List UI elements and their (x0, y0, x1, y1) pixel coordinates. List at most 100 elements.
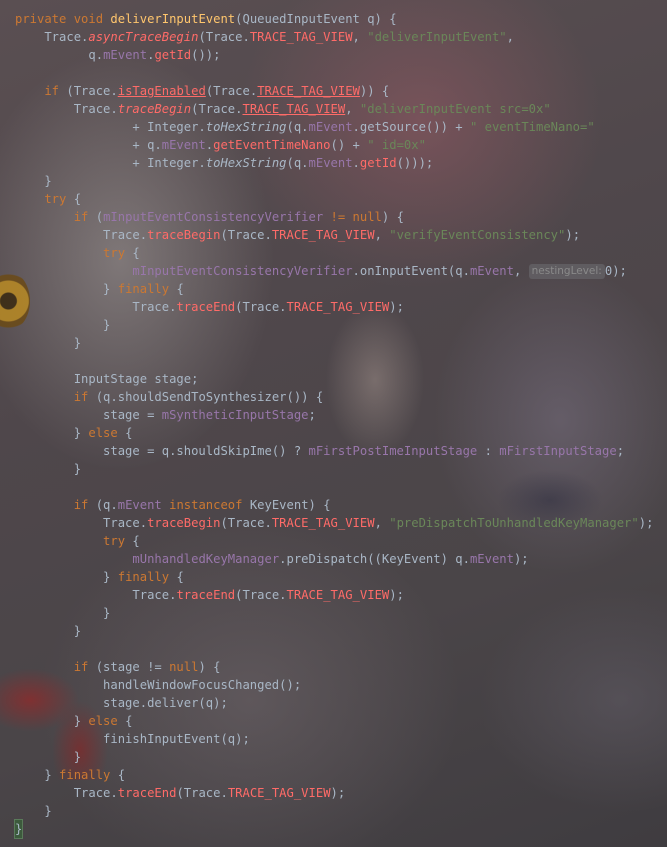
code-token: ) { (381, 210, 404, 224)
code-token: stage = (15, 408, 162, 422)
code-token: { (176, 570, 184, 584)
code-token: else (88, 426, 126, 440)
code-line[interactable]: } (15, 316, 653, 334)
code-token: : (477, 444, 500, 458)
code-line[interactable]: private void deliverInputEvent(QueuedInp… (15, 10, 653, 28)
code-token: (Trace. (220, 516, 272, 530)
code-token: finally (59, 768, 118, 782)
code-line[interactable]: finishInputEvent(q); (15, 730, 653, 748)
code-token: mUnhandledKeyManager (132, 552, 280, 566)
code-token: if (15, 390, 96, 404)
code-line[interactable]: } (15, 334, 653, 352)
code-line[interactable]: } (15, 460, 653, 478)
code-token: .onInputEvent(q. (352, 264, 470, 278)
code-token: ); (389, 300, 404, 314)
code-token: } (15, 318, 111, 332)
code-token: mEvent (103, 48, 148, 62)
code-token: toHexString (205, 120, 287, 134)
code-line[interactable]: + q.mEvent.getEventTimeNano() + " id=0x" (15, 136, 653, 154)
code-token: mEvent (308, 120, 353, 134)
code-line[interactable]: + Integer.toHexString(q.mEvent.getId()))… (15, 154, 653, 172)
code-line[interactable]: } finally { (15, 280, 653, 298)
code-token: if (15, 660, 96, 674)
code-token: + Integer. (15, 156, 206, 170)
code-token: (Trace. (66, 84, 118, 98)
code-line[interactable]: + Integer.toHexString(q.mEvent.getSource… (15, 118, 653, 136)
code-text-area[interactable]: private void deliverInputEvent(QueuedInp… (13, 10, 653, 839)
code-token: if (15, 498, 96, 512)
code-token: stage.deliver(q); (15, 696, 228, 710)
code-line[interactable]: } (15, 622, 653, 640)
code-token: getEventTimeNano (213, 138, 331, 152)
code-line[interactable]: try { (15, 244, 653, 262)
code-line[interactable]: Trace.traceEnd(Trace.TRACE_TAG_VIEW); (15, 586, 653, 604)
code-line[interactable]: } else { (15, 424, 653, 442)
code-token: ) { (198, 660, 221, 674)
code-line[interactable]: } (15, 172, 653, 190)
code-token: } (15, 570, 118, 584)
code-line[interactable]: } (15, 604, 653, 622)
code-token: else (88, 714, 126, 728)
code-token: { (73, 192, 82, 206)
code-line[interactable] (15, 352, 653, 370)
code-token: { (132, 246, 140, 260)
code-token: } (15, 768, 60, 782)
code-token: mInputEventConsistencyVerifier (103, 210, 324, 224)
code-line[interactable]: } (15, 802, 653, 820)
code-token: { (132, 534, 140, 548)
code-token: mEvent (117, 498, 162, 512)
code-token: { (125, 714, 133, 728)
code-line[interactable]: if (stage != null) { (15, 658, 653, 676)
code-token: (Trace. (176, 786, 228, 800)
code-line[interactable]: try { (15, 190, 653, 208)
code-token: { (117, 768, 126, 782)
code-token: Trace. (15, 102, 118, 116)
code-line[interactable]: if (q.mEvent instanceof KeyEvent) { (15, 496, 653, 514)
code-line[interactable]: } (13, 819, 653, 839)
code-line[interactable] (15, 478, 653, 496)
code-line[interactable]: } finally { (15, 766, 653, 784)
code-line[interactable]: } (15, 748, 653, 766)
code-token: , (506, 30, 514, 44)
code-token: Trace. (15, 786, 118, 800)
code-line[interactable]: } finally { (15, 568, 653, 586)
code-line[interactable]: q.mEvent.getId()); (15, 46, 653, 64)
code-line[interactable]: stage.deliver(q); (15, 694, 653, 712)
code-token: "preDispatchToUnhandledKeyManager" (389, 516, 639, 530)
code-token: stage = q.shouldSkipIme() ? (15, 444, 309, 458)
code-line[interactable]: if (mInputEventConsistencyVerifier != nu… (15, 208, 653, 226)
code-token: } (15, 606, 111, 620)
code-line[interactable] (15, 64, 653, 82)
code-line[interactable]: stage = mSyntheticInputStage; (15, 406, 653, 424)
code-line[interactable] (15, 640, 653, 658)
code-token: } (15, 426, 89, 440)
code-line[interactable]: InputStage stage; (15, 370, 653, 388)
code-token: handleWindowFocusChanged(); (15, 678, 302, 692)
code-line[interactable]: Trace.traceBegin(Trace.TRACE_TAG_VIEW, "… (15, 514, 653, 532)
code-token: getId (359, 156, 397, 170)
code-line[interactable]: Trace.traceBegin(Trace.TRACE_TAG_VIEW, "… (15, 226, 653, 244)
code-token: traceBegin (147, 516, 221, 530)
code-token: Trace. (15, 588, 177, 602)
code-token: (Trace. (205, 84, 258, 98)
code-line[interactable]: mInputEventConsistencyVerifier.onInputEv… (15, 262, 653, 280)
code-line[interactable]: Trace.traceEnd(Trace.TRACE_TAG_VIEW); (15, 298, 653, 316)
code-line[interactable]: Trace.traceEnd(Trace.TRACE_TAG_VIEW); (15, 784, 653, 802)
code-token: mEvent (161, 138, 206, 152)
code-line[interactable]: if (Trace.isTagEnabled(Trace.TRACE_TAG_V… (15, 82, 653, 100)
code-line[interactable]: if (q.shouldSendToSynthesizer()) { (15, 388, 653, 406)
code-line[interactable]: try { (15, 532, 653, 550)
code-line[interactable]: } else { (15, 712, 653, 730)
code-editor[interactable]: private void deliverInputEvent(QueuedInp… (0, 0, 667, 847)
code-line[interactable]: handleWindowFocusChanged(); (15, 676, 653, 694)
code-line[interactable]: mUnhandledKeyManager.preDispatch((KeyEve… (15, 550, 653, 568)
code-line[interactable]: stage = q.shouldSkipIme() ? mFirstPostIm… (15, 442, 653, 460)
code-line[interactable]: Trace.traceBegin(Trace.TRACE_TAG_VIEW, "… (15, 100, 653, 118)
code-token: " id=0x" (367, 138, 426, 152)
code-token: (Trace. (198, 30, 250, 44)
code-token: finally (117, 570, 177, 584)
code-token: (Trace. (235, 300, 287, 314)
code-line[interactable]: Trace.asyncTraceBegin(Trace.TRACE_TAG_VI… (15, 28, 653, 46)
code-token: null (169, 660, 199, 674)
